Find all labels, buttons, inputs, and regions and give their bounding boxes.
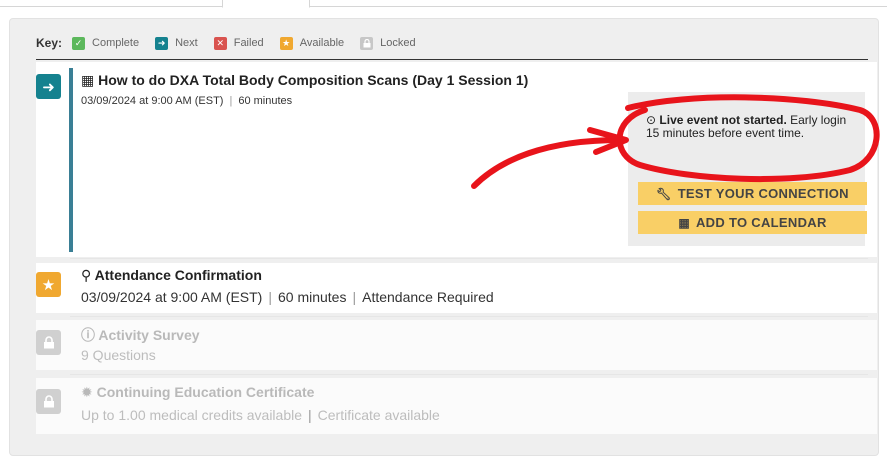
key-item-failed: ✕ Failed: [213, 36, 264, 50]
row-divider: [70, 316, 868, 317]
clock-icon: ⊙: [646, 113, 657, 127]
module-activity-survey: ⓘ Activity Survey 9 Questions: [36, 320, 877, 370]
key-item-next: ➜ Next: [155, 36, 198, 50]
x-icon: ✕: [213, 36, 227, 50]
module-duration: 60 minutes: [277, 289, 347, 305]
current-module-bar: [69, 68, 73, 252]
module-meta: 03/09/2024 at 9:00 AM (EST) | 60 minutes: [81, 95, 292, 107]
star-icon: ★: [36, 272, 61, 297]
module-title[interactable]: ⚲ Attendance Confirmation: [81, 267, 262, 284]
calendar-icon: ▦: [678, 215, 690, 230]
module-ce-certificate: ✹ Continuing Education Certificate Up to…: [36, 378, 877, 434]
key-item-label: Failed: [233, 37, 264, 49]
live-status-message: ⊙ Live event not started. Early login 15…: [646, 114, 858, 140]
key-item-locked: Locked: [360, 36, 416, 50]
key-label: Key:: [36, 36, 63, 50]
module-requirement: Attendance Required: [362, 289, 494, 305]
module-date: 03/09/2024 at 9:00 AM (EST): [81, 289, 263, 305]
module-date: 03/09/2024 at 9:00 AM (EST): [81, 95, 224, 107]
module-credits: Up to 1.00 medical credits available: [81, 407, 303, 423]
lock-icon: [360, 36, 374, 50]
lock-icon: [36, 389, 61, 414]
module-title: ✹ Continuing Education Certificate: [81, 384, 314, 401]
map-pin-icon: ⚲: [81, 267, 92, 283]
module-meta: 9 Questions: [81, 347, 156, 363]
status-key: Key: ✓ Complete ➜ Next ✕ Failed ★ Availa…: [36, 35, 432, 51]
module-title-text: How to do DXA Total Body Composition Sca…: [98, 72, 529, 88]
key-item-complete: ✓ Complete: [72, 36, 140, 50]
key-item-label: Complete: [92, 37, 140, 49]
key-item-available: ★ Available: [279, 36, 345, 50]
row-divider: [70, 374, 868, 375]
module-certificate: Certificate available: [317, 407, 440, 423]
module-detail: 9 Questions: [81, 347, 156, 363]
module-title[interactable]: ▦ How to do DXA Total Body Composition S…: [81, 72, 528, 89]
module-title-text: Attendance Confirmation: [94, 267, 262, 283]
key-item-label: Available: [299, 37, 345, 49]
star-icon: ★: [279, 36, 293, 50]
module-meta: 03/09/2024 at 9:00 AM (EST) | 60 minutes | A…: [81, 289, 494, 305]
key-item-label: Locked: [380, 37, 416, 49]
add-to-calendar-label: ADD TO CALENDAR: [695, 215, 827, 230]
row-divider: [70, 258, 868, 259]
add-to-calendar-button[interactable]: ▦ ADD TO CALENDAR: [638, 211, 867, 234]
arrow-right-icon: ➜: [36, 74, 61, 99]
calendar-icon: ▦: [81, 72, 95, 88]
check-icon: ✓: [72, 36, 86, 50]
live-status-bold: Live event not started.: [659, 113, 787, 127]
tab-divider: [0, 6, 887, 7]
key-item-label: Next: [175, 37, 198, 49]
module-title: ⓘ Activity Survey: [81, 325, 200, 345]
live-event-box: ⊙ Live event not started. Early login 15…: [628, 92, 867, 246]
test-connection-button[interactable]: 🔧︎ TEST YOUR CONNECTION: [638, 182, 867, 205]
module-attendance-confirmation: ★ ⚲ Attendance Confirmation 03/09/2024 a…: [36, 263, 877, 313]
arrow-right-icon: ➜: [155, 36, 169, 50]
module-title-text: Activity Survey: [98, 327, 200, 343]
module-title-text: Continuing Education Certificate: [96, 384, 315, 400]
separator: |: [229, 95, 233, 107]
module-meta: Up to 1.00 medical credits available | Cer…: [81, 407, 440, 423]
key-divider: [36, 59, 868, 60]
separator: |: [268, 289, 272, 305]
wrench-icon: 🔧︎: [656, 186, 672, 201]
certificate-icon: ✹: [81, 384, 93, 400]
info-icon: ⓘ: [81, 327, 95, 343]
tab-active[interactable]: [222, 0, 310, 8]
module-live-event: ➜ ▦ How to do DXA Total Body Composition…: [36, 62, 877, 257]
separator: |: [352, 289, 357, 305]
separator: |: [308, 407, 312, 423]
lock-icon: [36, 330, 61, 355]
tab-strip: [0, 0, 887, 8]
test-connection-label: TEST YOUR CONNECTION: [677, 186, 849, 201]
module-duration: 60 minutes: [238, 95, 293, 107]
